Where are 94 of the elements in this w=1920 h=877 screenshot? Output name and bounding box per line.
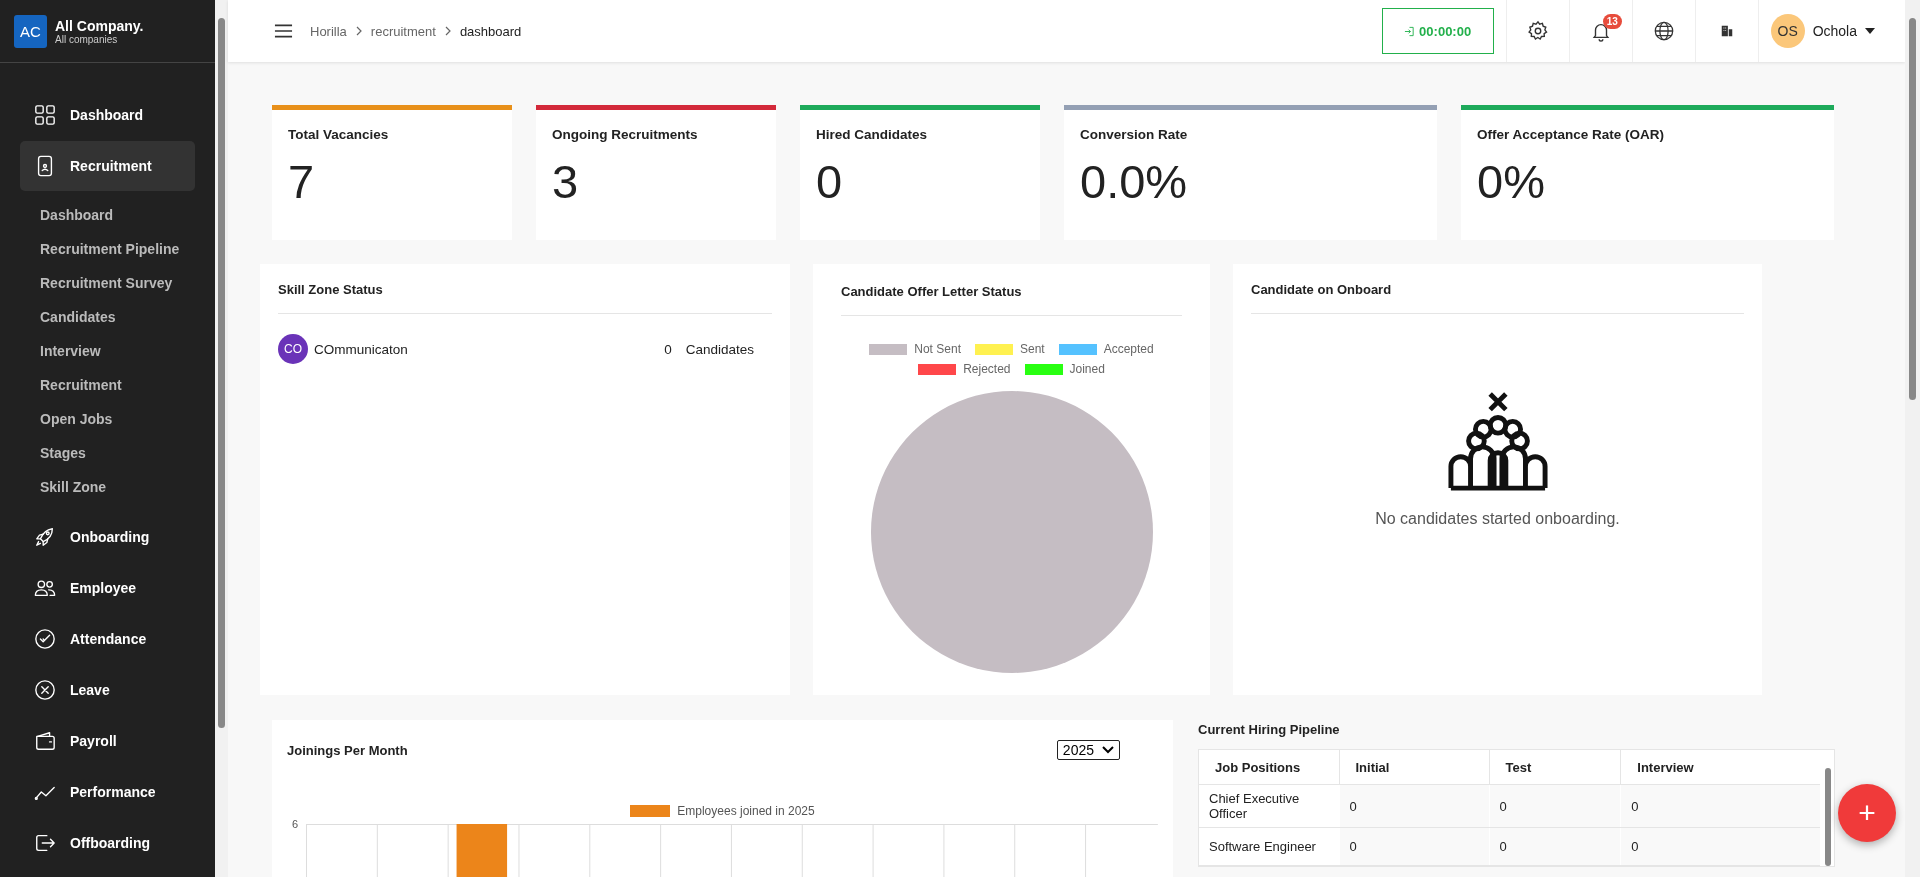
wallet-icon [34, 730, 56, 752]
stat-value: 0.0% [1080, 154, 1189, 209]
submenu-item[interactable]: Recruitment Survey [40, 266, 195, 300]
card-title: Candidate on Onboard [1251, 282, 1393, 297]
sidebar-item[interactable]: Onboarding [20, 512, 195, 562]
scrollbar[interactable] [1905, 0, 1920, 877]
table-cell: 0 [1339, 827, 1490, 866]
sidebar-item[interactable]: Offboarding [20, 818, 195, 868]
card-title: Joinings Per Month [287, 742, 408, 758]
submenu-item[interactable]: Recruitment Pipeline [40, 232, 195, 266]
legend-item[interactable]: Accepted [1058, 342, 1154, 356]
card-title: Candidate Offer Letter Status [841, 284, 1023, 299]
settings-icon [1526, 20, 1549, 42]
menu-icon[interactable] [274, 24, 293, 38]
empty-group-icon [1446, 390, 1549, 492]
submenu-item[interactable]: Stages [40, 436, 195, 470]
breadcrumb-link[interactable]: recruitment [370, 23, 436, 39]
submenu-item[interactable]: Candidates [40, 300, 195, 334]
stat-value: 7 [288, 154, 316, 209]
pie-slice[interactable] [870, 391, 1153, 673]
table-cell: 0 [1339, 784, 1490, 828]
check-circle-icon [34, 628, 56, 650]
legend-label: Not Sent [914, 342, 961, 356]
submenu-item[interactable]: Open Jobs [40, 402, 195, 436]
chevron-right-icon [355, 26, 362, 36]
user-menu[interactable]: OS Ochola [1757, 0, 1905, 62]
column-header: Test [1489, 750, 1621, 785]
table-cell: 0 [1489, 784, 1621, 828]
company-name: All Company. [55, 17, 144, 34]
axis-label: 6 [292, 818, 299, 830]
legend-label: Rejected [963, 362, 1011, 376]
table-cell: Chief Executive Officer [1199, 784, 1339, 828]
legend-label: Joined [1069, 362, 1105, 376]
rocket-icon [34, 526, 56, 548]
table-cell: 0 [1620, 827, 1820, 866]
x-circle-icon [34, 679, 56, 701]
column-header: Job Positions [1199, 750, 1339, 785]
sidebar-item[interactable]: Attendance [20, 614, 195, 664]
legend-item[interactable]: Sent [975, 342, 1045, 356]
people-icon [34, 577, 56, 599]
grid-icon [34, 104, 56, 126]
legend-label: Sent [1019, 342, 1045, 356]
card-title: Skill Zone Status [278, 282, 384, 297]
stat-value: 0% [1477, 154, 1546, 209]
chevron-down-icon [1102, 746, 1114, 754]
stat-value: 0 [816, 154, 844, 209]
notifications-button[interactable]: 13 [1568, 0, 1632, 62]
legend-item[interactable]: Not Sent [869, 342, 961, 356]
legend-label: Accepted [1103, 342, 1154, 356]
column-header: Initial [1339, 750, 1490, 785]
company-subtitle: All companies [55, 33, 118, 45]
globe-icon [1652, 20, 1675, 42]
candidate-label: Candidates [685, 341, 754, 357]
submenu-item[interactable]: Dashboard [40, 198, 195, 232]
table-cell: Software Engineer [1199, 827, 1339, 866]
company-logo[interactable]: AC [14, 14, 47, 48]
column-header: Interview [1620, 750, 1820, 785]
scrollbar[interactable] [215, 0, 228, 877]
caret-icon [1865, 28, 1875, 34]
legend-item[interactable]: Rejected [918, 362, 1011, 376]
stat-label: Offer Acceptance Rate (OAR) [1477, 127, 1666, 142]
section-title: Current Hiring Pipeline [1198, 722, 1341, 737]
submenu-item[interactable]: Skill Zone [40, 470, 195, 504]
stat-label: Hired Candidates [816, 127, 929, 142]
sidebar-item[interactable]: Dashboard [20, 90, 195, 140]
building-icon [1719, 24, 1734, 38]
submenu-item[interactable]: Recruitment [40, 368, 195, 402]
empty-message: No candidates started onboarding. [1375, 510, 1620, 528]
year-select[interactable]: 2025 [1056, 740, 1120, 760]
breadcrumb-link[interactable]: dashboard [459, 23, 522, 39]
stat-label: Total Vacancies [288, 127, 390, 142]
sidebar-item[interactable]: Performance [20, 767, 195, 817]
stat-label: Ongoing Recruitments [552, 127, 699, 142]
sidebar-item[interactable]: Payroll [20, 716, 195, 766]
submenu-item[interactable]: Interview [40, 334, 195, 368]
exit-icon [34, 832, 56, 854]
add-button[interactable]: + [1838, 784, 1896, 842]
candidate-count: 0 [664, 341, 672, 357]
user-avatar: OS [1770, 14, 1805, 48]
notification-count: 13 [1602, 14, 1622, 29]
skill-avatar: CO [278, 334, 308, 364]
stat-label: Conversion Rate [1080, 127, 1189, 142]
sidebar-item[interactable]: Leave [20, 665, 195, 715]
table-cell: 0 [1489, 827, 1621, 866]
table-cell: 0 [1620, 784, 1820, 828]
login-icon [1404, 25, 1416, 37]
legend-item[interactable]: Employees joined in 2025 [630, 804, 815, 818]
sidebar-item[interactable]: Employee [20, 563, 195, 613]
sidebar-item[interactable]: Recruitment [20, 141, 195, 191]
skill-name[interactable]: COmmunicaton [314, 341, 665, 357]
legend-item[interactable]: Joined [1024, 362, 1105, 376]
chevron-right-icon [444, 26, 451, 36]
breadcrumb-link[interactable]: Horilla [310, 23, 347, 39]
stat-value: 3 [552, 154, 580, 209]
